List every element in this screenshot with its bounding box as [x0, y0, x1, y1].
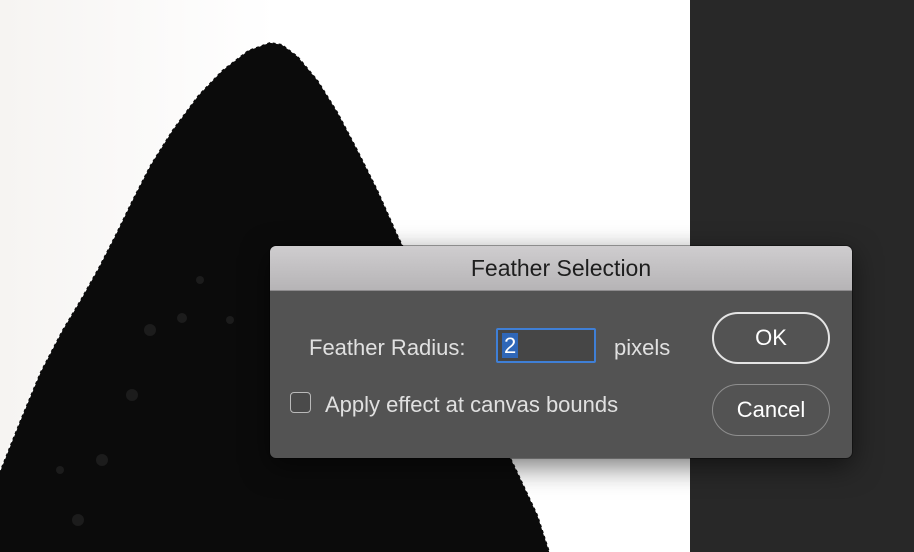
feather-selection-dialog: Feather Selection Feather Radius: 2 pixe… — [270, 246, 852, 458]
dialog-titlebar[interactable]: Feather Selection — [270, 246, 852, 291]
dialog-title: Feather Selection — [470, 254, 652, 281]
canvas-bounds-label[interactable]: Apply effect at canvas bounds — [325, 392, 618, 418]
feather-radius-input[interactable]: 2 — [496, 328, 596, 363]
units-label: pixels — [614, 335, 671, 360]
canvas-bounds-checkbox[interactable] — [290, 392, 311, 413]
feather-radius-value: 2 — [502, 333, 519, 358]
feather-radius-label: Feather Radius: — [309, 335, 466, 360]
ok-button[interactable]: OK — [712, 312, 830, 364]
cancel-button[interactable]: Cancel — [712, 384, 830, 436]
